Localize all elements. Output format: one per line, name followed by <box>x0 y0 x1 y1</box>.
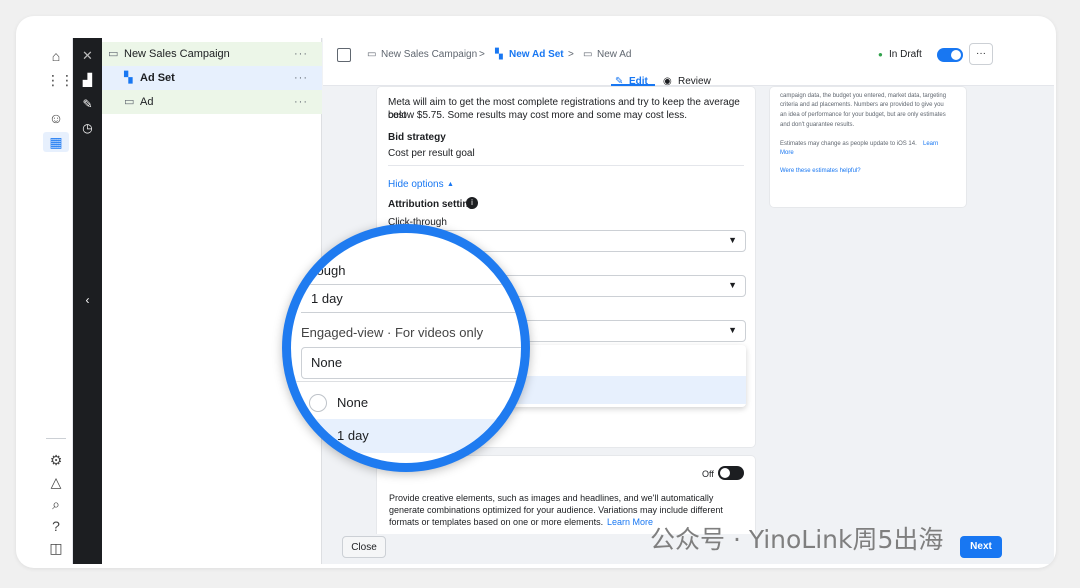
more-options-button[interactable]: ··· <box>969 43 993 65</box>
mag-divider <box>291 284 521 285</box>
ad-more-icon[interactable]: ··· <box>294 90 308 114</box>
hide-options-caret-icon[interactable]: ▲ <box>447 178 454 191</box>
collapse-chevron-icon[interactable]: ‹ <box>73 292 102 308</box>
estimates-text-2: an idea of performance for your budget, … <box>780 112 946 118</box>
option-1day-label[interactable]: 1 day <box>337 428 369 444</box>
draft-toggle-knob <box>951 50 961 60</box>
clock-icon[interactable]: ◷ <box>73 120 102 136</box>
breadcrumb-adset[interactable]: New Ad Set <box>509 48 564 62</box>
radio-1day[interactable] <box>309 427 327 445</box>
chevron-down-icon: ▼ <box>728 235 737 245</box>
mag-click-through-fragment: hrough <box>305 263 346 278</box>
screenshot-frame: ⌂ ⋮⋮ ☺ ▦ ⚙ △ ⌕ ? ◫ ✕ ▟ ✎ ◷ ‹ ▭ New Sales… <box>16 16 1056 568</box>
mag-click-through-value: 1 day <box>311 291 343 306</box>
creative-text-3: formats or templates based on one or mor… <box>389 517 604 527</box>
estimates-text-3: and don't guarantee results. <box>780 122 855 128</box>
smiley-icon[interactable]: ☺ <box>46 108 66 128</box>
bar-chart-icon[interactable]: ▟ <box>73 72 102 88</box>
tree-ad-label: Ad <box>140 96 154 108</box>
close-icon[interactable]: ✕ <box>73 48 102 64</box>
creative-text-1: Provide creative elements, such as image… <box>389 493 714 503</box>
chevron-down-icon: ▼ <box>728 280 737 290</box>
top-bar: ▭ New Sales Campaign > ▚ New Ad Set > ▭ … <box>323 38 1054 87</box>
home-icon[interactable]: ⌂ <box>46 46 66 66</box>
tool-strip: ✕ ▟ ✎ ◷ ‹ <box>73 38 102 564</box>
ad-icon: ▭ <box>124 96 135 108</box>
estimates-card: campaign data, the budget you entered, m… <box>770 87 966 207</box>
campaign-tree: ▭ New Sales Campaign ··· ▚ Ad Set ··· ▭ … <box>102 38 322 564</box>
tree-campaign-label: New Sales Campaign <box>124 48 230 60</box>
breadcrumb-ad-icon: ▭ <box>583 49 593 60</box>
breadcrumb-folder-icon: ▭ <box>367 49 377 60</box>
close-button[interactable]: Close <box>342 536 386 558</box>
radio-none[interactable] <box>309 394 327 412</box>
estimates-learn-link[interactable]: Learn <box>923 139 938 149</box>
estimates-text-1: criteria and ad placements. Numbers are … <box>780 102 944 108</box>
folder-icon: ▭ <box>108 48 119 60</box>
mag-engaged-view-label: Engaged-view · For videos only <box>301 325 484 340</box>
chevron-down-icon: ▼ <box>728 325 737 335</box>
optimization-text-2: below $5.75. Some results may cost more … <box>388 110 688 121</box>
tree-item-adset[interactable]: ▚ Ad Set ··· <box>102 66 322 90</box>
bid-strategy-heading: Bid strategy <box>388 132 446 143</box>
bid-strategy-value: Cost per result goal <box>388 148 475 159</box>
tree-item-campaign[interactable]: ▭ New Sales Campaign ··· <box>102 42 322 66</box>
left-nav-rail: ⌂ ⋮⋮ ☺ ▦ ⚙ △ ⌕ ? ◫ <box>38 38 74 564</box>
breadcrumb-separator: > <box>479 49 485 60</box>
breadcrumb-campaign[interactable]: New Sales Campaign <box>381 48 477 62</box>
search-icon[interactable]: ⌕ <box>46 494 66 514</box>
panel-toggle-icon[interactable]: ◫ <box>46 538 66 558</box>
draft-status-label: In Draft <box>889 49 922 60</box>
divider <box>388 165 744 166</box>
creative-learn-more-link[interactable]: Learn More <box>607 516 653 528</box>
estimates-ios-text: Estimates may change as people update to… <box>780 141 917 147</box>
creative-toggle-knob <box>720 468 730 478</box>
info-icon[interactable]: i <box>466 197 478 209</box>
creative-text-2: generate combinations optimized for your… <box>389 505 723 515</box>
hide-options-link[interactable]: Hide options <box>388 178 444 191</box>
pencil-icon[interactable]: ✎ <box>73 96 102 112</box>
draft-status-dot: ● <box>878 50 883 59</box>
creative-toggle[interactable] <box>718 466 744 480</box>
apps-grid-icon[interactable]: ⋮⋮ <box>46 70 74 90</box>
next-button[interactable]: Next <box>960 536 1002 558</box>
sidebar-toggle-icon[interactable] <box>337 48 351 62</box>
tree-adset-label: Ad Set <box>140 72 175 84</box>
mag-dropdown-top <box>291 381 521 382</box>
estimates-helpful-link[interactable]: Were these estimates helpful? <box>780 166 861 176</box>
ads-manager-window: ⌂ ⋮⋮ ☺ ▦ ⚙ △ ⌕ ? ◫ ✕ ▟ ✎ ◷ ‹ ▭ New Sales… <box>38 38 1054 564</box>
estimates-more-link[interactable]: More <box>780 148 794 158</box>
draft-toggle[interactable] <box>937 48 963 62</box>
mag-divider-2 <box>301 312 521 313</box>
breadcrumb-ad[interactable]: New Ad <box>597 48 631 62</box>
adset-grid-icon: ▚ <box>124 72 133 84</box>
help-icon[interactable]: ? <box>46 516 66 536</box>
mag-engaged-view-value: None <box>311 355 343 370</box>
tab-edit-underline <box>611 84 655 86</box>
breadcrumb-separator-2: > <box>568 49 574 60</box>
rail-divider <box>46 438 66 439</box>
creative-toggle-label: Off <box>702 469 714 479</box>
campaign-more-icon[interactable]: ··· <box>294 42 308 66</box>
settings-gear-icon[interactable]: ⚙ <box>46 450 66 470</box>
adset-more-icon[interactable]: ··· <box>294 66 308 90</box>
campaigns-table-icon[interactable]: ▦ <box>43 132 69 152</box>
notifications-bell-icon[interactable]: △ <box>46 472 66 492</box>
breadcrumb-adset-icon: ▚ <box>495 49 503 60</box>
option-none-label[interactable]: None <box>337 395 368 411</box>
magnifier-lens: hrough 1 day Engaged-view · For videos o… <box>282 224 530 472</box>
watermark-text: 公众号 · YinoLink周5出海 <box>650 525 944 554</box>
tree-item-ad[interactable]: ▭ Ad ··· <box>102 90 322 114</box>
attribution-heading: Attribution setting <box>388 199 475 210</box>
